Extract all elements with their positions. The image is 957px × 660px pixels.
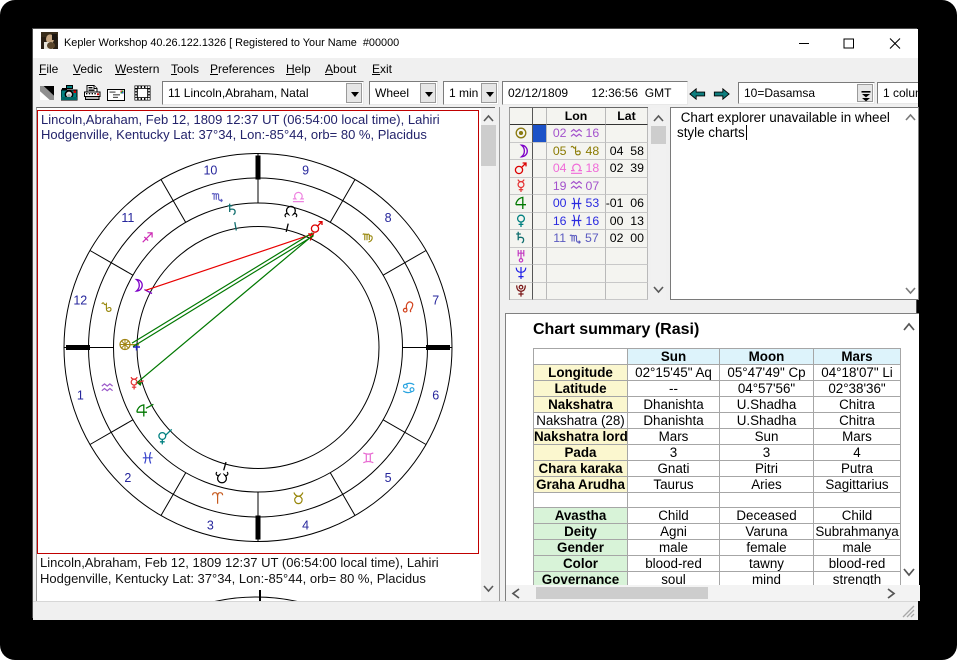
svg-text:3: 3 <box>207 519 214 533</box>
svg-text:9: 9 <box>302 163 309 177</box>
svg-text:7: 7 <box>432 293 439 307</box>
svg-text:5: 5 <box>385 471 392 485</box>
svg-text:6: 6 <box>432 389 439 403</box>
svg-text:1: 1 <box>77 389 84 403</box>
svg-text:Lincoln,Abraham, Feb 12, 1809: Lincoln,Abraham, Feb 12, 1809 12:37 UT (… <box>40 555 439 570</box>
svg-text:10: 10 <box>203 163 217 177</box>
svg-text:4: 4 <box>302 519 309 533</box>
svg-text:Hodgenville, Kentucky Lat: 37°: Hodgenville, Kentucky Lat: 37°34, Lon:-8… <box>41 127 427 142</box>
svg-text:Lincoln,Abraham, Feb 12, 1809: Lincoln,Abraham, Feb 12, 1809 12:37 UT (… <box>41 112 440 127</box>
svg-text:2: 2 <box>124 471 131 485</box>
svg-text:12: 12 <box>73 293 87 307</box>
svg-text:8: 8 <box>385 211 392 225</box>
svg-text:11: 11 <box>121 211 134 225</box>
svg-text:Hodgenville, Kentucky Lat: 37°: Hodgenville, Kentucky Lat: 37°34, Lon:-8… <box>40 571 426 586</box>
